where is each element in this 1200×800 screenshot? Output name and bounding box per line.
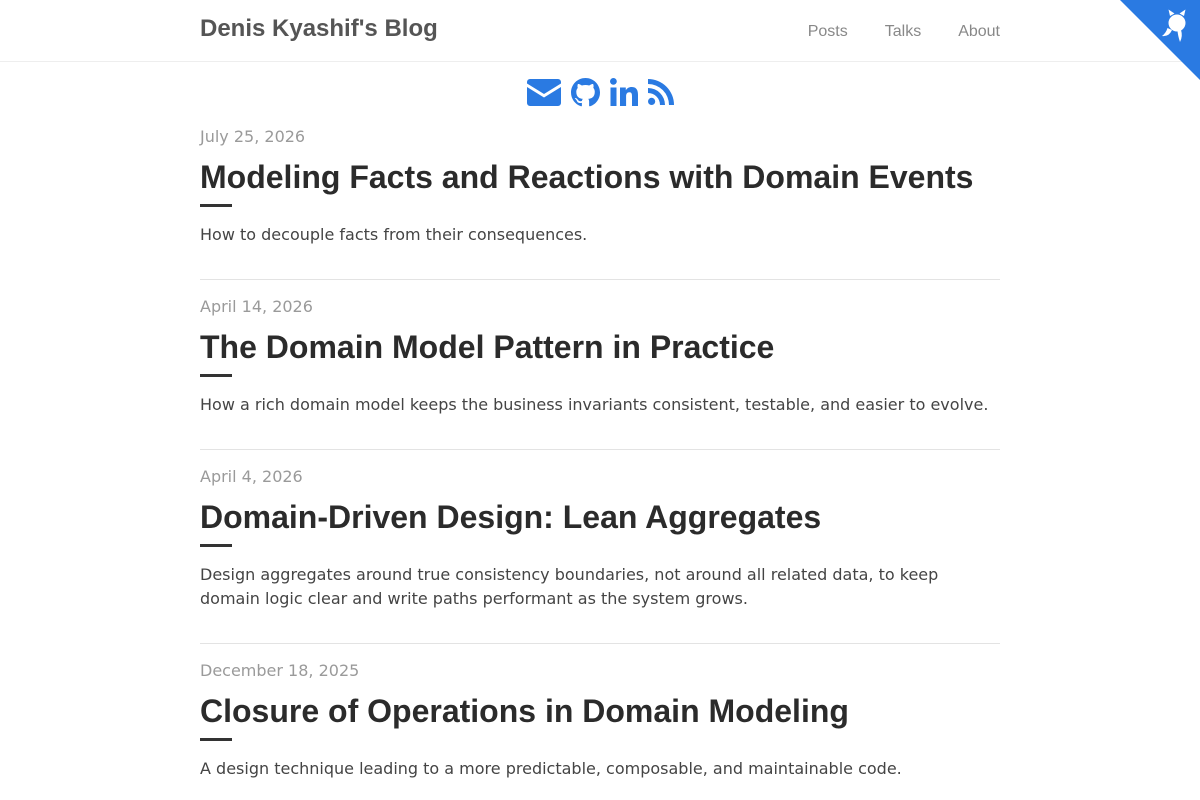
post-item: April 4, 2026 Domain-Driven Design: Lean… [200,449,1000,611]
github-icon [570,77,600,106]
social-links [0,76,1200,108]
post-date: April 4, 2026 [200,467,303,486]
main-nav: Posts Talks About [771,23,1000,41]
github-octocat-icon [1120,0,1200,80]
title-underline [200,374,232,377]
post-item: July 25, 2026 Modeling Facts and Reactio… [200,126,1000,247]
linkedin-link[interactable] [609,78,638,106]
post-date: July 25, 2026 [200,127,306,146]
github-link[interactable] [570,77,600,107]
post-date: December 18, 2025 [200,661,360,680]
post-item: April 14, 2026 The Domain Model Pattern … [200,279,1000,417]
site-title[interactable]: Denis Kyashif's Blog [200,15,438,43]
post-date: April 14, 2026 [200,297,313,316]
email-link[interactable] [526,78,561,106]
title-underline [200,544,232,547]
linkedin-icon [609,78,638,106]
post-list: July 25, 2026 Modeling Facts and Reactio… [200,126,1000,800]
title-underline [200,204,232,207]
post-title-link[interactable]: Modeling Facts and Reactions with Domain… [200,158,1000,196]
post-summary: How a rich domain model keeps the busine… [200,395,989,414]
rss-link[interactable] [647,79,674,105]
post-title-link[interactable]: Domain-Driven Design: Lean Aggregates [200,498,1000,536]
site-header: Denis Kyashif's Blog Posts Talks About [0,0,1200,62]
post-summary: Design aggregates around true consistenc… [200,565,939,608]
nav-posts[interactable]: Posts [808,23,848,41]
post-title-link[interactable]: Closure of Operations in Domain Modeling [200,692,1000,730]
nav-about[interactable]: About [958,23,1000,41]
nav-talks[interactable]: Talks [885,23,921,41]
post-summary: A design technique leading to a more pre… [200,759,902,778]
post-title-link[interactable]: The Domain Model Pattern in Practice [200,328,1000,366]
title-underline [200,738,232,741]
envelope-icon [526,78,561,106]
rss-icon [647,79,674,105]
post-summary: How to decouple facts from their consequ… [200,225,588,244]
post-item: December 18, 2025 Closure of Operations … [200,643,1000,781]
github-corner-ribbon[interactable] [1120,0,1200,80]
